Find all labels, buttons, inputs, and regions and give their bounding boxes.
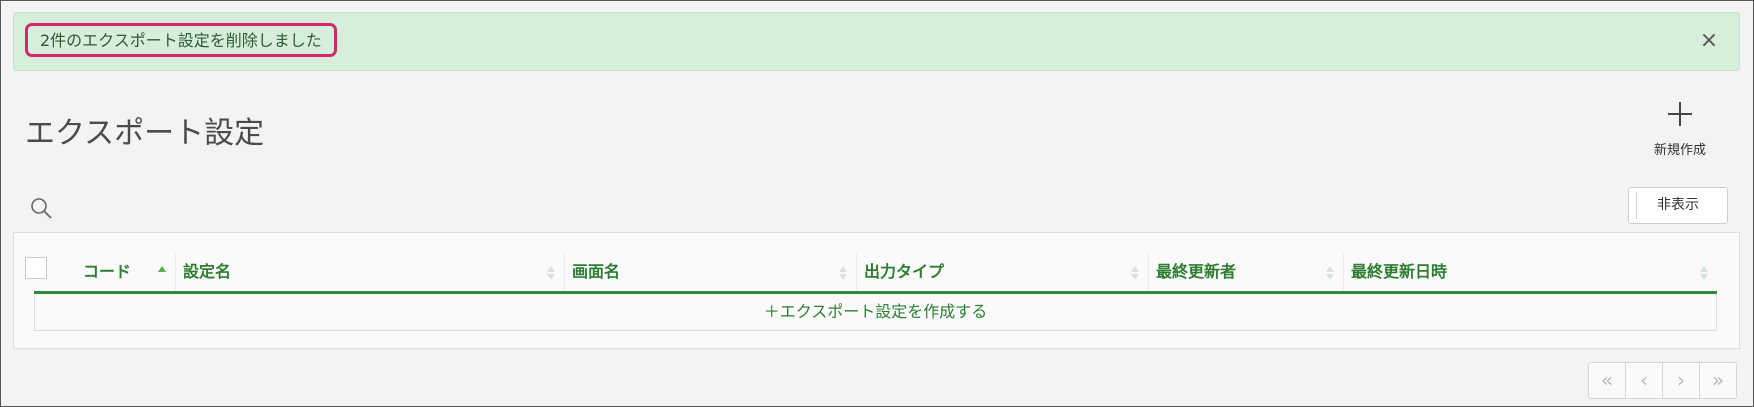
- hide-button[interactable]: 非表示: [1628, 187, 1728, 224]
- sort-icon: [1326, 266, 1334, 280]
- create-export-setting-link[interactable]: ＋エクスポート設定を作成する: [34, 294, 1717, 331]
- next-page-button[interactable]: ›: [1662, 362, 1700, 399]
- column-label: 画面名: [572, 262, 621, 281]
- success-alert: 2件のエクスポート設定を削除しました ×: [13, 12, 1740, 71]
- alert-message: 2件のエクスポート設定を削除しました: [25, 23, 337, 57]
- sort-icon: [1131, 266, 1139, 280]
- last-page-button[interactable]: »: [1699, 362, 1737, 399]
- column-label: 出力タイプ: [864, 262, 945, 281]
- new-create-button[interactable]: 新規作成: [1640, 96, 1720, 158]
- pagination: « ‹ › »: [1588, 362, 1737, 399]
- table-header: コード 設定名 画面名 出力タイプ 最終更新者 最終更新日時: [34, 253, 1717, 294]
- plus-icon: [1640, 96, 1720, 134]
- column-header-output-type[interactable]: 出力タイプ: [857, 253, 1149, 291]
- column-header-last-updated-by[interactable]: 最終更新者: [1149, 253, 1344, 291]
- column-label: 設定名: [183, 262, 232, 281]
- close-icon[interactable]: ×: [1699, 30, 1719, 52]
- column-label: 最終更新日時: [1351, 262, 1448, 281]
- column-header-code[interactable]: コード: [76, 253, 176, 291]
- column-label: コード: [83, 262, 132, 281]
- sort-ascending-icon: [158, 266, 166, 272]
- column-header-last-updated-at[interactable]: 最終更新日時: [1344, 253, 1717, 291]
- page-title: エクスポート設定: [25, 116, 265, 151]
- column-header-screen-name[interactable]: 画面名: [565, 253, 857, 291]
- table-panel: コード 設定名 画面名 出力タイプ 最終更新者 最終更新日時 ＋エクスポート設定…: [13, 232, 1740, 349]
- sort-icon: [547, 266, 555, 280]
- prev-page-button[interactable]: ‹: [1625, 362, 1663, 399]
- column-label: 最終更新者: [1156, 262, 1237, 281]
- column-header-setting-name[interactable]: 設定名: [176, 253, 565, 291]
- sort-icon: [1700, 266, 1708, 280]
- search-icon[interactable]: [30, 197, 54, 221]
- new-create-label: 新規作成: [1653, 143, 1706, 158]
- sort-icon: [839, 266, 847, 280]
- first-page-button[interactable]: «: [1588, 362, 1626, 399]
